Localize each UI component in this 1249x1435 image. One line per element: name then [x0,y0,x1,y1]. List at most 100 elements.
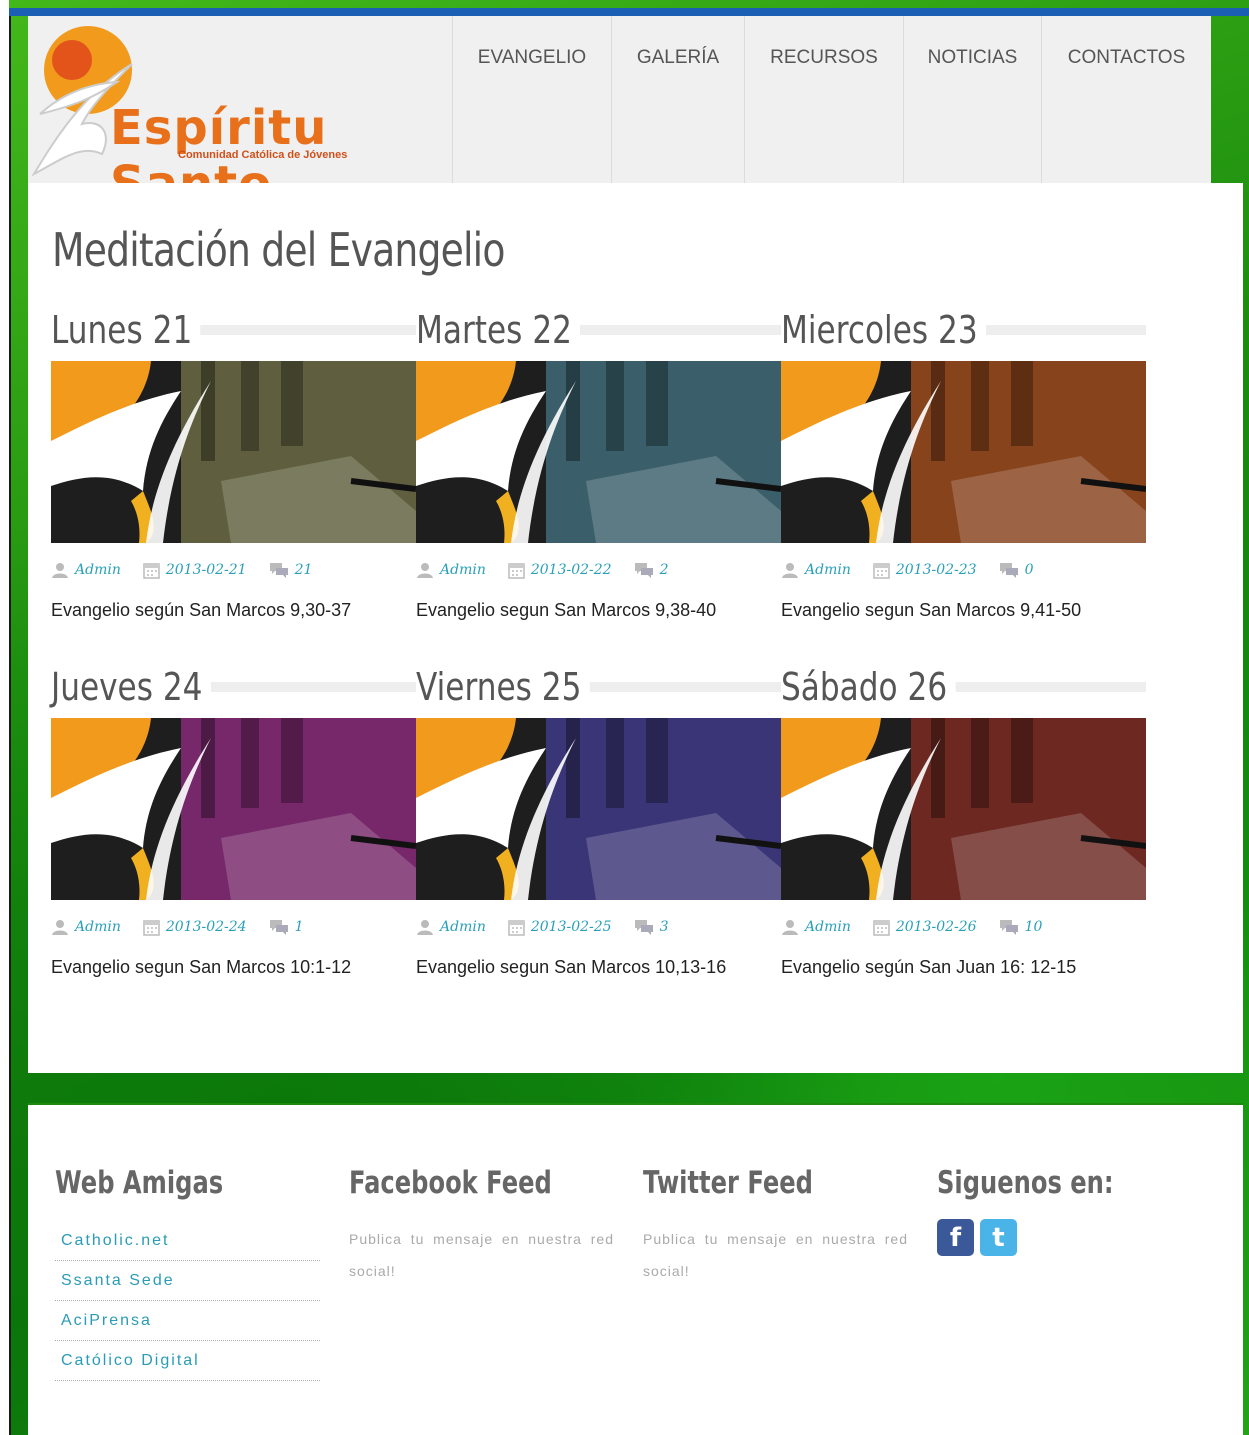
day-title: Miercoles 23 [781,308,986,352]
facebook-feed-heading: Facebook Feed [349,1165,552,1201]
post-meta: Admin 2013-02-23 0 [781,561,1055,579]
facebook-icon[interactable]: f [937,1219,974,1256]
post-title-link[interactable]: Evangelio según San Marcos 9,30-37 [51,600,351,621]
twitter-feed-widget: Twitter Feed Publica tu mensaje en nuest… [643,1165,908,1287]
post-author[interactable]: Admin [416,919,486,935]
footer-divider [28,1103,1243,1105]
post-thumbnail[interactable] [51,361,416,543]
post-thumbnail[interactable] [51,718,416,900]
nav-item-noticias[interactable]: NOTICIAS [903,16,1041,183]
post-comments-count: 10 [1024,919,1043,935]
post-comments[interactable]: 3 [634,919,669,935]
link-catholic-net[interactable]: Catholic.net [55,1221,320,1261]
post-date: 2013-02-26 [873,919,977,936]
site-footer: Web Amigas Catholic.net Ssanta Sede AciP… [28,1103,1243,1435]
facebook-feed-text: Publica tu mensaje en nuestra red social… [349,1231,614,1279]
user-icon [52,920,68,935]
post-meta: Admin 2013-02-25 3 [416,918,690,936]
post-image [51,361,416,543]
post-card: Viernes 25 Admin 2013-02-25 3 Evangelio … [416,665,781,995]
link-catolico-digital[interactable]: Católico Digital [55,1341,320,1381]
social-widget: Siguenos en: f t [937,1165,1202,1256]
comments-icon [634,920,653,935]
user-icon [417,920,433,935]
top-bar [9,8,1249,16]
post-date-value: 2013-02-25 [530,919,612,935]
post-image [416,361,781,543]
user-icon [417,563,433,578]
day-title: Lunes 21 [51,308,201,352]
post-date: 2013-02-24 [143,919,247,936]
web-amigas-heading: Web Amigas [55,1165,224,1201]
calendar-icon [873,562,890,579]
link-aciprensa[interactable]: AciPrensa [55,1301,320,1341]
post-author[interactable]: Admin [416,562,486,578]
post-author[interactable]: Admin [781,919,851,935]
post-comments[interactable]: 10 [999,919,1043,935]
post-image [51,718,416,900]
day-heading: Jueves 24 [51,665,416,709]
user-icon [782,563,798,578]
post-title-link[interactable]: Evangelio segun San Marcos 9,41-50 [781,600,1081,621]
post-card: Jueves 24 Admin 2013-02-24 1 Evangelio s… [51,665,416,995]
post-date-value: 2013-02-26 [895,919,977,935]
calendar-icon [143,919,160,936]
post-date-value: 2013-02-21 [165,562,247,578]
post-comments[interactable]: 2 [634,562,669,578]
day-title: Viernes 25 [416,665,590,709]
calendar-icon [143,562,160,579]
nav-item-galeria[interactable]: GALERÍA [611,16,744,183]
post-comments-count: 2 [659,562,669,578]
post-author-name: Admin [440,919,486,935]
twitter-feed-text: Publica tu mensaje en nuestra red social… [643,1231,908,1279]
nav-item-evangelio[interactable]: EVANGELIO [452,16,611,183]
post-author-name: Admin [75,562,121,578]
comments-icon [999,563,1018,578]
nav-item-recursos[interactable]: RECURSOS [744,16,903,183]
post-date: 2013-02-25 [508,919,612,936]
site-logo[interactable]: Espíritu Santo Comunidad Católica de Jóv… [28,16,452,212]
site-header: Espíritu Santo Comunidad Católica de Jóv… [28,16,1211,212]
facebook-feed-widget: Facebook Feed Publica tu mensaje en nues… [349,1165,614,1287]
day-title: Martes 22 [416,308,581,352]
post-author[interactable]: Admin [51,919,121,935]
twitter-icon[interactable]: t [980,1219,1017,1256]
post-title-link[interactable]: Evangelio segun San Marcos 10:1-12 [51,957,351,978]
link-santa-sede[interactable]: Ssanta Sede [55,1261,320,1301]
post-author[interactable]: Admin [781,562,851,578]
post-meta: Admin 2013-02-21 21 [51,561,334,579]
post-comments[interactable]: 21 [269,562,312,578]
day-title: Sábado 26 [781,665,956,709]
post-comments-count: 1 [294,919,304,935]
calendar-icon [508,562,525,579]
nav-item-contactos[interactable]: CONTACTOS [1041,16,1211,183]
day-title: Jueves 24 [51,665,211,709]
day-heading: Miercoles 23 [781,308,1146,352]
comments-icon [269,920,288,935]
post-comments[interactable]: 0 [999,562,1033,578]
day-heading: Viernes 25 [416,665,781,709]
post-thumbnail[interactable] [416,361,781,543]
post-card: Lunes 21 Admin 2013-02-21 21 Evangelio s… [51,308,416,638]
post-comments-count: 3 [659,919,669,935]
main-nav: EVANGELIO GALERÍA RECURSOS NOTICIAS CONT… [452,16,1211,183]
post-thumbnail[interactable] [781,718,1146,900]
comments-icon [269,563,288,578]
post-thumbnail[interactable] [781,361,1146,543]
post-author-name: Admin [440,562,486,578]
post-date: 2013-02-23 [873,562,977,579]
post-image [781,361,1146,543]
post-author-name: Admin [75,919,121,935]
left-border [9,8,11,1435]
post-author[interactable]: Admin [51,562,121,578]
left-margin [0,0,9,1435]
post-image [416,718,781,900]
post-comments[interactable]: 1 [269,919,304,935]
brand-subtitle: Comunidad Católica de Jóvenes [178,149,348,161]
calendar-icon [873,919,890,936]
post-title-link[interactable]: Evangelio segun San Marcos 9,38-40 [416,600,716,621]
post-card: Sábado 26 Admin 2013-02-26 10 Evangelio … [781,665,1146,995]
post-title-link[interactable]: Evangelio segun San Marcos 10,13-16 [416,957,726,978]
post-thumbnail[interactable] [416,718,781,900]
post-title-link[interactable]: Evangelio según San Juan 16: 12-15 [781,957,1076,978]
